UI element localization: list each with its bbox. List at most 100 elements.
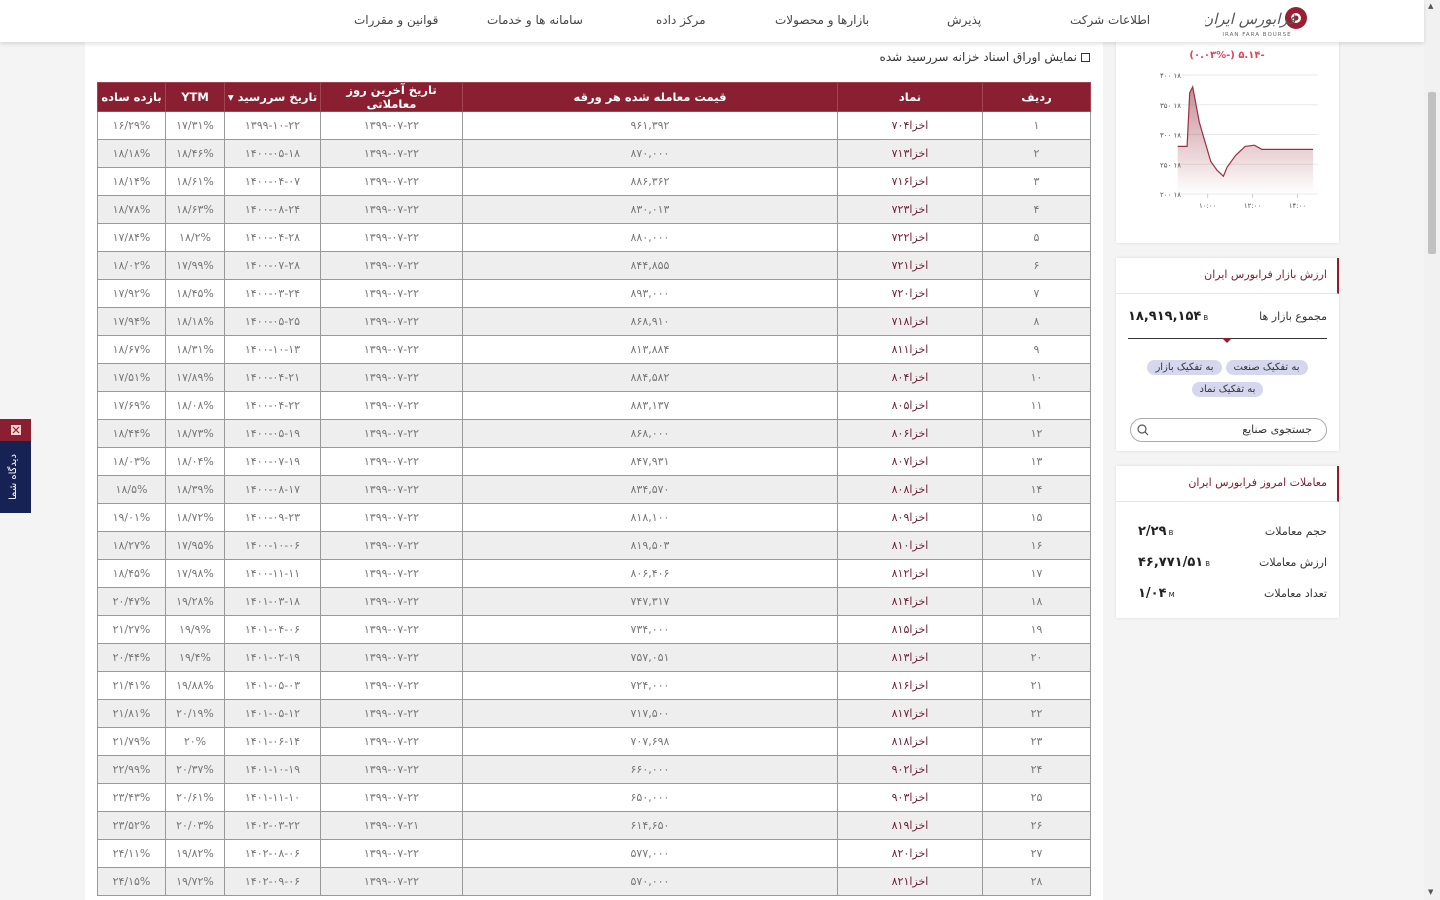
cell-row: ۲۶ xyxy=(982,811,1091,840)
table-row[interactable]: ۲۶ اخزا۸۱۹ ۶۱۴,۶۵۰ ۱۳۹۹-۰۷-۲۱ ۱۴۰۲-۰۳-۲۲ ۲۰/۰… xyxy=(97,811,1091,840)
table-row[interactable]: ۷ اخزا۷۲۰ ۸۹۳,۰۰۰ ۱۳۹۹-۰۷-۲۲ ۱۴۰۰-۰۳-۲۴ ۱۸/۴۵… xyxy=(97,279,1091,308)
nav-rules[interactable]: قوانین و مقررات xyxy=(354,0,438,42)
col-maturity-date[interactable]: تاریخ سررسید ▾ xyxy=(224,82,321,112)
cell-symbol[interactable]: اخزا۸۱۷ xyxy=(837,699,983,728)
cell-ytm: ۱۷/۹۹% xyxy=(165,251,225,280)
col-row[interactable]: ردیف xyxy=(982,82,1091,112)
col-symbol[interactable]: نماد xyxy=(837,82,983,112)
cell-symbol[interactable]: اخزا۸۱۳ xyxy=(837,643,983,672)
cell-symbol[interactable]: اخزا۸۲۰ xyxy=(837,839,983,868)
close-icon[interactable] xyxy=(10,425,21,435)
nav-markets[interactable]: بازارها و محصولات xyxy=(775,0,869,42)
scrollbar[interactable]: ▲ ▼ xyxy=(1424,0,1440,900)
cell-maturity-date: ۱۴۰۰-۰۷-۲۸ xyxy=(224,251,321,280)
cell-symbol[interactable]: اخزا۸۰۵ xyxy=(837,391,983,420)
table-row[interactable]: ۹ اخزا۸۱۱ ۸۱۳,۸۸۴ ۱۳۹۹-۰۷-۲۲ ۱۴۰۰-۱۰-۱۳ ۱۸/۳۱… xyxy=(97,335,1091,364)
search-icon[interactable] xyxy=(1137,424,1149,436)
table-row[interactable]: ۲۳ اخزا۸۱۸ ۷۰۷,۶۹۸ ۱۳۹۹-۰۷-۲۲ ۱۴۰۱-۰۶-۱۴ ۲۰% ۲… xyxy=(97,727,1091,756)
by-market-button[interactable]: به تفکیک بازار xyxy=(1147,360,1222,375)
cell-symbol[interactable]: اخزا۷۲۱ xyxy=(837,251,983,280)
cell-last-trade-date: ۱۳۹۹-۰۷-۲۲ xyxy=(320,559,463,588)
cell-symbol[interactable]: اخزا۷۲۲ xyxy=(837,223,983,252)
table-row[interactable]: ۱ اخزا۷۰۴ ۹۶۱,۳۹۲ ۱۳۹۹-۰۷-۲۲ ۱۳۹۹-۱۰-۲۲ ۱۷/۳۱… xyxy=(97,111,1091,140)
logo[interactable]: فرابورس ایران IRAN FARA BOURSE xyxy=(1202,3,1310,39)
table-row[interactable]: ۲۱ اخزا۸۱۶ ۷۲۴,۰۰۰ ۱۳۹۹-۰۷-۲۲ ۱۴۰۱-۰۵-۰۳ ۱۹/۸… xyxy=(97,671,1091,700)
cell-symbol[interactable]: اخزا۷۱۸ xyxy=(837,307,983,336)
col-last-trade-date[interactable]: تاریخ آخرین روز معاملاتی xyxy=(320,82,463,112)
cell-symbol[interactable]: اخزا۷۲۳ xyxy=(837,195,983,224)
cell-symbol[interactable]: اخزا۹۰۲ xyxy=(837,755,983,784)
cell-symbol[interactable]: اخزا۸۰۹ xyxy=(837,503,983,532)
cell-symbol[interactable]: اخزا۷۲۰ xyxy=(837,279,983,308)
show-matured-checkbox[interactable]: نمایش اوراق اسناد خزانه سررسید شده xyxy=(870,50,1090,64)
cell-symbol[interactable]: اخزا۷۰۴ xyxy=(837,111,983,140)
cell-symbol[interactable]: اخزا۸۰۷ xyxy=(837,447,983,476)
cell-symbol[interactable]: اخزا۷۱۳ xyxy=(837,139,983,168)
cell-price: ۸۶۸,۰۰۰ xyxy=(462,419,838,448)
col-simple-return[interactable]: بازده ساده xyxy=(97,82,166,112)
cell-symbol[interactable]: اخزا۸۱۶ xyxy=(837,671,983,700)
table-row[interactable]: ۱۲ اخزا۸۰۶ ۸۶۸,۰۰۰ ۱۳۹۹-۰۷-۲۲ ۱۴۰۰-۰۵-۱۹ ۱۸/۷… xyxy=(97,419,1091,448)
table-row[interactable]: ۲۲ اخزا۸۱۷ ۷۱۷,۵۰۰ ۱۳۹۹-۰۷-۲۲ ۱۴۰۱-۰۵-۱۲ ۲۰/۱… xyxy=(97,699,1091,728)
scroll-down-icon[interactable]: ▼ xyxy=(1428,888,1433,896)
stat-label: ارزش معاملات xyxy=(1259,556,1327,569)
table-row[interactable]: ۱۹ اخزا۸۱۵ ۷۳۴,۰۰۰ ۱۳۹۹-۰۷-۲۲ ۱۴۰۱-۰۴-۰۶ ۱۹/۹… xyxy=(97,615,1091,644)
checkbox-icon[interactable] xyxy=(1081,53,1090,62)
table-row[interactable]: ۱۷ اخزا۸۱۲ ۸۰۶,۴۰۶ ۱۳۹۹-۰۷-۲۲ ۱۴۰۰-۱۱-۱۱ ۱۷/۹… xyxy=(97,559,1091,588)
cell-symbol[interactable]: اخزا۷۱۶ xyxy=(837,167,983,196)
cell-symbol[interactable]: اخزا۸۰۶ xyxy=(837,419,983,448)
col-price[interactable]: قیمت معامله شده هر ورقه xyxy=(462,82,838,112)
table-row[interactable]: ۲۸ اخزا۸۲۱ ۵۷۰,۰۰۰ ۱۳۹۹-۰۷-۲۲ ۱۴۰۲-۰۹-۰۶ ۱۹/۷… xyxy=(97,867,1091,896)
col-ytm[interactable]: YTM xyxy=(165,82,225,112)
scroll-up-icon[interactable]: ▲ xyxy=(1428,2,1433,10)
cell-row: ۷ xyxy=(982,279,1091,308)
nav-data-center[interactable]: مرکز داده xyxy=(656,0,706,42)
table-row[interactable]: ۱۴ اخزا۸۰۸ ۸۳۴,۵۷۰ ۱۳۹۹-۰۷-۲۲ ۱۴۰۰-۰۸-۱۷ ۱۸/۳… xyxy=(97,475,1091,504)
nav-company-info[interactable]: اطلاعات شرکت xyxy=(1070,0,1150,42)
table-row[interactable]: ۱۵ اخزا۸۰۹ ۸۱۸,۱۰۰ ۱۳۹۹-۰۷-۲۲ ۱۴۰۰-۰۹-۲۳ ۱۸/۷… xyxy=(97,503,1091,532)
table-row[interactable]: ۲۵ اخزا۹۰۳ ۶۵۰,۰۰۰ ۱۳۹۹-۰۷-۲۲ ۱۴۰۱-۱۱-۱۰ ۲۰/۶… xyxy=(97,783,1091,812)
cell-symbol[interactable]: اخزا۸۱۴ xyxy=(837,587,983,616)
cell-symbol[interactable]: اخزا۹۰۳ xyxy=(837,783,983,812)
svg-text:IRAN FARA BOURSE: IRAN FARA BOURSE xyxy=(1222,32,1291,38)
cell-simple-return: ۲۳/۴۳% xyxy=(97,783,166,812)
table-row[interactable]: ۲۷ اخزا۸۲۰ ۵۷۷,۰۰۰ ۱۳۹۹-۰۷-۲۲ ۱۴۰۲-۰۸-۰۶ ۱۹/۸… xyxy=(97,839,1091,868)
by-symbol-button[interactable]: به تفکیک نماد xyxy=(1191,382,1264,397)
stat-label: حجم معاملات xyxy=(1264,525,1327,538)
table-row[interactable]: ۴ اخزا۷۲۳ ۸۳۰,۰۱۳ ۱۳۹۹-۰۷-۲۲ ۱۴۰۰-۰۸-۲۴ ۱۸/۶۳… xyxy=(97,195,1091,224)
table-row[interactable]: ۱۶ اخزا۸۱۰ ۸۱۹,۵۰۳ ۱۳۹۹-۰۷-۲۲ ۱۴۰۰-۱۰-۰۶ ۱۷/۹… xyxy=(97,531,1091,560)
cell-symbol[interactable]: اخزا۸۱۹ xyxy=(837,811,983,840)
table-row[interactable]: ۵ اخزا۷۲۲ ۸۸۰,۰۰۰ ۱۳۹۹-۰۷-۲۲ ۱۴۰۰-۰۴-۲۸ ۱۸/۲%… xyxy=(97,223,1091,252)
industry-search-input[interactable]: جستجوی صنایع xyxy=(1130,418,1327,442)
cell-symbol[interactable]: اخزا۸۱۱ xyxy=(837,335,983,364)
nav-systems[interactable]: سامانه ها و خدمات xyxy=(487,0,583,42)
cell-symbol[interactable]: اخزا۸۰۸ xyxy=(837,475,983,504)
market-total-label: مجموع بازار ها xyxy=(1259,309,1327,323)
cell-symbol[interactable]: اخزا۸۱۸ xyxy=(837,727,983,756)
cell-symbol[interactable]: اخزا۸۱۰ xyxy=(837,531,983,560)
cell-price: ۸۴۷,۹۳۱ xyxy=(462,447,838,476)
table-row[interactable]: ۱۸ اخزا۸۱۴ ۷۴۷,۳۱۷ ۱۳۹۹-۰۷-۲۲ ۱۴۰۱-۰۳-۱۸ ۱۹/۲… xyxy=(97,587,1091,616)
cell-symbol[interactable]: اخزا۸۱۵ xyxy=(837,615,983,644)
cell-maturity-date: ۱۴۰۰-۰۴-۲۲ xyxy=(224,391,321,420)
table-row[interactable]: ۸ اخزا۷۱۸ ۸۶۸,۹۱۰ ۱۳۹۹-۰۷-۲۲ ۱۴۰۰-۰۵-۲۵ ۱۸/۱۸… xyxy=(97,307,1091,336)
feedback-tab[interactable]: دیدگاه شما xyxy=(0,419,31,513)
table-row[interactable]: ۱۳ اخزا۸۰۷ ۸۴۷,۹۳۱ ۱۳۹۹-۰۷-۲۲ ۱۴۰۰-۰۷-۱۹ ۱۸/۰… xyxy=(97,447,1091,476)
cell-simple-return: ۱۸/۶۷% xyxy=(97,335,166,364)
cell-symbol[interactable]: اخزا۸۱۲ xyxy=(837,559,983,588)
by-industry-button[interactable]: به تفکیک صنعت xyxy=(1225,360,1308,375)
nav-listing[interactable]: پذیرش xyxy=(947,0,981,42)
stat-value: ۴۶,۷۷۱/۵۱ xyxy=(1138,555,1204,570)
table-row[interactable]: ۳ اخزا۷۱۶ ۸۸۶,۳۶۲ ۱۳۹۹-۰۷-۲۲ ۱۴۰۰-۰۴-۰۷ ۱۸/۶۱… xyxy=(97,167,1091,196)
table-row[interactable]: ۲ اخزا۷۱۳ ۸۷۰,۰۰۰ ۱۳۹۹-۰۷-۲۲ ۱۴۰۰-۰۵-۱۸ ۱۸/۴۶… xyxy=(97,139,1091,168)
cell-row: ۲۳ xyxy=(982,727,1091,756)
table-row[interactable]: ۲۰ اخزا۸۱۳ ۷۵۷,۰۵۱ ۱۳۹۹-۰۷-۲۲ ۱۴۰۱-۰۲-۱۹ ۱۹/۴… xyxy=(97,643,1091,672)
table-row[interactable]: ۱۱ اخزا۸۰۵ ۸۸۳,۱۳۷ ۱۳۹۹-۰۷-۲۲ ۱۴۰۰-۰۴-۲۲ ۱۸/۰… xyxy=(97,391,1091,420)
table-row[interactable]: ۶ اخزا۷۲۱ ۸۴۴,۸۵۵ ۱۳۹۹-۰۷-۲۲ ۱۴۰۰-۰۷-۲۸ ۱۷/۹۹… xyxy=(97,251,1091,280)
scrollbar-thumb[interactable] xyxy=(1428,92,1436,254)
cell-maturity-date: ۱۴۰۰-۱۱-۱۱ xyxy=(224,559,321,588)
cell-symbol[interactable]: اخزا۸۲۱ xyxy=(837,867,983,896)
table-row[interactable]: ۱۰ اخزا۸۰۴ ۸۸۴,۵۸۲ ۱۳۹۹-۰۷-۲۲ ۱۴۰۰-۰۴-۲۱ ۱۷/۸… xyxy=(97,363,1091,392)
table-row[interactable]: ۲۴ اخزا۹۰۲ ۶۶۰,۰۰۰ ۱۳۹۹-۰۷-۲۲ ۱۴۰۱-۱۰-۱۹ ۲۰/۳… xyxy=(97,755,1091,784)
cell-symbol[interactable]: اخزا۸۰۴ xyxy=(837,363,983,392)
